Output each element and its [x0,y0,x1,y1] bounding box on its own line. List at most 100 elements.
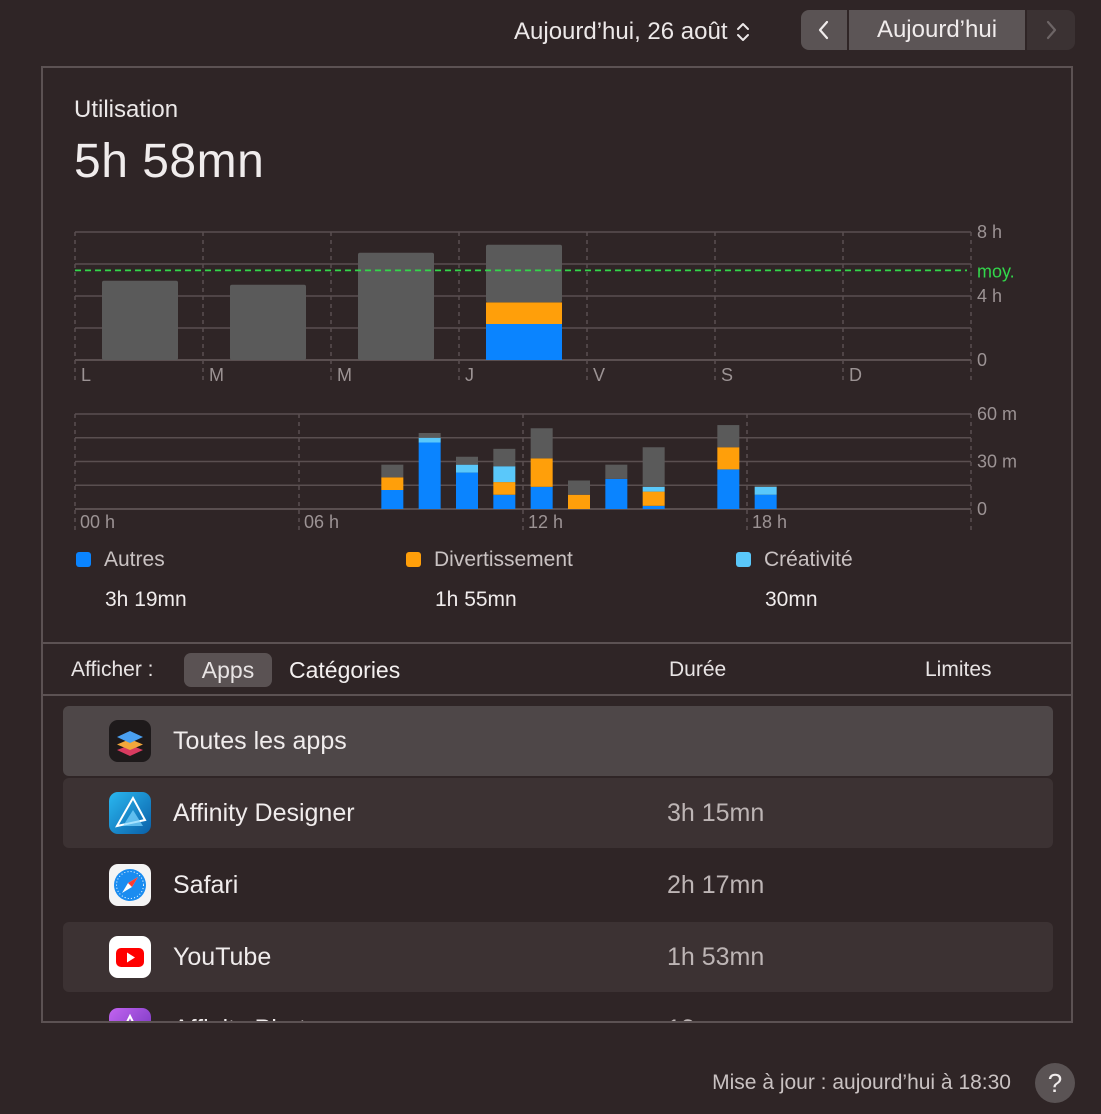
date-selector[interactable]: Aujourd’hui, 26 août [514,16,750,48]
x-tick-label: 18 h [752,512,787,532]
previous-day-button[interactable] [801,10,847,50]
week-bar-segment [486,324,562,360]
youtube-icon [109,936,151,978]
day-label: D [849,365,862,385]
app-name: Toutes les apps [173,727,347,755]
app-row[interactable]: Safari 2h 17mn [63,850,1053,920]
hour-bar-segment [530,458,553,487]
app-duration: 2h 17mn [667,871,765,899]
day-label: M [209,365,224,385]
help-button[interactable]: ? [1035,1063,1075,1103]
hour-bar-segment [456,472,478,509]
day-label: S [721,365,733,385]
x-tick-label: 00 h [80,512,115,532]
y-tick-label: 60 m [977,404,1017,424]
week-bar-segment [486,302,562,324]
week-bar-segment [102,280,178,360]
app-row[interactable]: Affinity Photo 12mn [63,994,1053,1021]
hour-bar-segment [456,456,478,465]
hour-bar-segment [381,477,404,490]
column-limits[interactable]: Limites [925,658,992,682]
hour-bar-segment [493,448,516,467]
x-tick-label: 06 h [304,512,339,532]
hour-bar-segment [530,486,553,509]
list-toolbar: Afficher : Apps Catégories Durée Limites [43,644,1071,694]
hour-bar-segment [493,494,516,509]
day-label: L [81,365,91,385]
affinity-photo-icon [109,1008,151,1021]
stack-icon [109,720,151,762]
x-tick-label: 12 h [528,512,563,532]
legend-label: Divertissement [434,548,573,571]
day-label: V [593,365,605,385]
app-row[interactable]: YouTube 1h 53mn [63,922,1053,992]
legend-label: Créativité [764,548,853,571]
legend-swatch-divertissement [406,552,421,567]
divider [43,694,1071,696]
legend-creativite: Créativité 30mn [736,548,853,611]
app-name: Safari [173,871,239,899]
legend-value: 1h 55mn [435,588,517,611]
app-duration: 3h 15mn [667,799,765,827]
week-bar-segment [230,284,306,360]
y-tick-label: 0 [977,499,987,519]
hour-bar-segment [642,447,665,487]
hour-bar-segment [754,494,777,509]
tab-apps[interactable]: Apps [184,653,272,687]
average-label: moy. [977,261,1015,281]
column-duration[interactable]: Durée [669,658,726,682]
app-duration: 12mn [667,1015,730,1021]
legend-swatch-creativite [736,552,751,567]
hour-bar-segment [642,486,665,492]
show-label: Afficher : [71,658,154,681]
app-duration: 1h 53mn [667,943,765,971]
today-button[interactable]: Aujourd’hui [849,10,1025,50]
hour-bar-segment [418,442,441,509]
y-tick-label: 30 m [977,452,1017,472]
hour-bar-segment [568,494,590,509]
next-day-button[interactable] [1027,10,1075,50]
hour-bar-segment [642,505,665,509]
affinity-designer-icon [109,792,151,834]
day-label: J [465,365,474,385]
legend-swatch-autres [76,552,91,567]
legend-divertissement: Divertissement 1h 55mn [406,548,573,611]
week-bar-segment [358,252,434,360]
app-row[interactable]: Affinity Designer 3h 15mn [63,778,1053,848]
legend-value: 3h 19mn [105,588,187,611]
last-updated: Mise à jour : aujourd’hui à 18:30 [712,1071,1011,1094]
day-label: M [337,365,352,385]
chevron-updown-icon [736,23,749,41]
chevron-left-icon [818,20,829,40]
hour-bar-segment [493,482,516,495]
safari-icon [109,864,151,906]
date-navigation: Aujourd’hui [801,10,1075,50]
hour-bar-segment [381,464,404,478]
legend-value: 30mn [765,588,818,611]
hour-bar-segment [642,491,665,506]
usage-panel: Utilisation 5h 58mn LMMJVSD8 h4 h 0 moy. 00… [41,66,1073,1023]
hour-bar-segment [605,464,628,479]
app-name: YouTube [173,943,272,971]
app-row-all[interactable]: Toutes les apps [63,706,1053,776]
hour-bar-segment [456,464,478,473]
hour-bar-segment [418,433,441,438]
y-tick-label: 8 h [977,222,1002,242]
chevron-right-icon [1046,20,1057,40]
y-tick-label: 0 [977,350,987,370]
date-label: Aujourd’hui, 26 août [514,18,728,45]
app-name: Affinity Photo [173,1015,320,1021]
hour-bar-segment [754,486,777,495]
tab-categories[interactable]: Catégories [289,657,400,684]
y-tick-label: 4 h [977,286,1002,306]
hour-bar-segment [717,447,740,470]
hour-bar-segment [493,466,516,483]
legend-label: Autres [104,548,165,571]
hour-bar-segment [381,490,404,509]
hour-bar-segment [754,485,777,487]
usage-charts: L M M J V S D 8 h 4 h 0 moy. 00 h 06 h 12 h 18 h 60 m 30… [74,222,1017,533]
hour-bar-segment [530,428,553,459]
hour-bar-segment [605,478,628,509]
hour-bar-segment [717,425,740,448]
legend-autres: Autres 3h 19mn [76,548,187,611]
